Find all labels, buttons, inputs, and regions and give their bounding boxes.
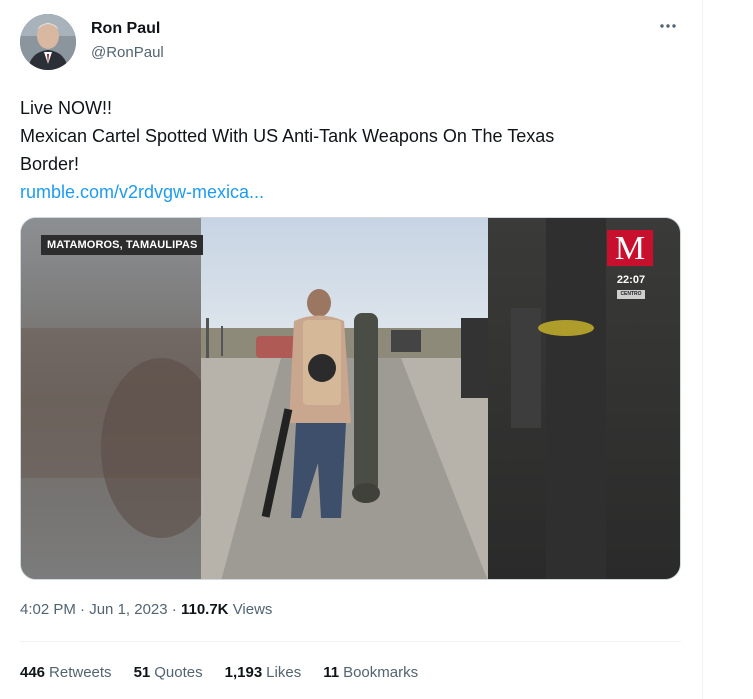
video-frame <box>21 218 680 579</box>
author-handle[interactable]: @RonPaul <box>91 44 164 61</box>
engagement-stats: 446 Retweets 51 Quotes 1,193 Likes 11 Bookma… <box>20 664 418 681</box>
broadcaster-logo: M <box>607 230 653 276</box>
meta-separator: · <box>80 601 90 618</box>
likes-label: Likes <box>266 664 302 681</box>
tweet-link[interactable]: rumble.com/v2rdvgw-mexica... <box>20 178 670 206</box>
quotes-count: 51 <box>133 664 151 681</box>
retweets-stat[interactable]: 446 Retweets <box>20 664 112 681</box>
likes-count: 1,193 <box>224 664 263 681</box>
tweet-text-line: Border! <box>20 154 80 174</box>
retweets-label: Retweets <box>49 664 112 681</box>
retweets-count: 446 <box>20 664 46 681</box>
tweet-text-line: Mexican Cartel Spotted With US Anti-Tank… <box>20 126 555 146</box>
broadcast-clock: 22:07 <box>616 274 646 286</box>
tweet-text-line: Live NOW!! <box>20 98 113 118</box>
views-count: 110.7K <box>180 601 229 618</box>
tweet-date[interactable]: Jun 1, 2023 <box>89 601 167 618</box>
meta-separator: · <box>171 601 181 618</box>
broadcaster-logo-letter: M <box>607 230 653 267</box>
column-border <box>702 0 703 699</box>
quotes-stat[interactable]: 51 Quotes <box>134 664 203 681</box>
broadcast-clock-sub: CENTRO <box>617 290 645 299</box>
more-options-icon[interactable] <box>654 14 682 38</box>
author-name[interactable]: Ron Paul <box>91 20 160 38</box>
tweet-time[interactable]: 4:02 PM <box>20 601 76 618</box>
bookmarks-label: Bookmarks <box>343 664 419 681</box>
location-label: MATAMOROS, TAMAULIPAS <box>41 235 204 255</box>
bookmarks-stat[interactable]: 11 Bookmarks <box>323 664 418 681</box>
views-label: Views <box>232 601 273 618</box>
quotes-label: Quotes <box>154 664 203 681</box>
video-media[interactable]: MATAMOROS, TAMAULIPAS M 22:07 CENTRO <box>20 217 681 580</box>
tweet-text: Live NOW!! Mexican Cartel Spotted With U… <box>20 94 670 206</box>
bookmarks-count: 11 <box>323 664 340 681</box>
likes-stat[interactable]: 1,193 Likes <box>225 664 302 681</box>
tweet-meta: 4:02 PM · Jun 1, 2023 · 110.7K Views <box>20 601 272 618</box>
avatar[interactable] <box>20 14 76 70</box>
divider <box>20 641 681 642</box>
tweet: Ron Paul @RonPaul Live NOW!! Mexican Car… <box>0 0 702 699</box>
